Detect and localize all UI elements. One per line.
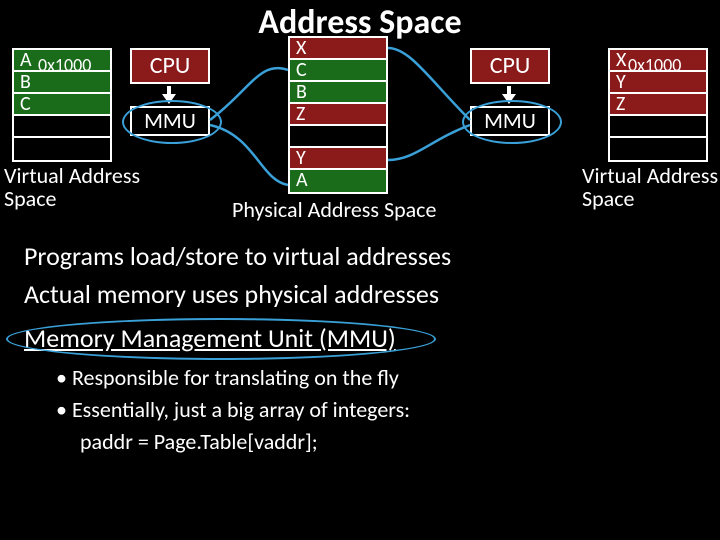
addr-overlay-right: 0x1000: [628, 54, 681, 76]
left-vas-label: Virtual Address Space: [4, 164, 140, 210]
right-vas-label: Virtual Address Space: [582, 164, 718, 210]
vas-row: [14, 116, 110, 138]
phys-row: [290, 126, 386, 148]
left-vas-label-text: Virtual Address Space: [4, 162, 140, 212]
phys-row: Z: [290, 104, 386, 126]
bullet-1: Responsible for translating on the fly: [56, 364, 399, 391]
mmu-title-oval: [6, 318, 436, 360]
vas-row: Z: [610, 94, 706, 116]
physical-table: X C B Z Y A: [288, 36, 388, 194]
bullet-2-text: Essentially, just a big array of integer…: [72, 396, 410, 423]
cpu-box-right: CPU: [470, 48, 550, 84]
cpu-box-left: CPU: [130, 48, 210, 84]
phys-row: A: [290, 170, 386, 192]
bullet-2: Essentially, just a big array of integer…: [56, 396, 410, 423]
vas-row: C: [14, 94, 110, 116]
vas-row: [610, 116, 706, 138]
bullet-3: paddr = Page.Table[vaddr];: [80, 428, 318, 455]
phys-row: B: [290, 82, 386, 104]
mmu-highlight-oval: [462, 100, 562, 144]
phys-row: X: [290, 38, 386, 60]
right-vas-label-text: Virtual Address Space: [582, 162, 718, 212]
phys-row: C: [290, 60, 386, 82]
physical-label: Physical Address Space: [232, 196, 436, 223]
body-line-1: Programs load/store to virtual addresses: [24, 240, 451, 272]
mmu-highlight-oval: [122, 100, 222, 144]
bullet-1-text: Responsible for translating on the fly: [72, 364, 399, 391]
vas-row: [610, 138, 706, 160]
phys-row: Y: [290, 148, 386, 170]
addr-overlay-left: 0x1000: [38, 54, 91, 76]
body-line-2: Actual memory uses physical addresses: [24, 278, 439, 310]
vas-row: [14, 138, 110, 160]
